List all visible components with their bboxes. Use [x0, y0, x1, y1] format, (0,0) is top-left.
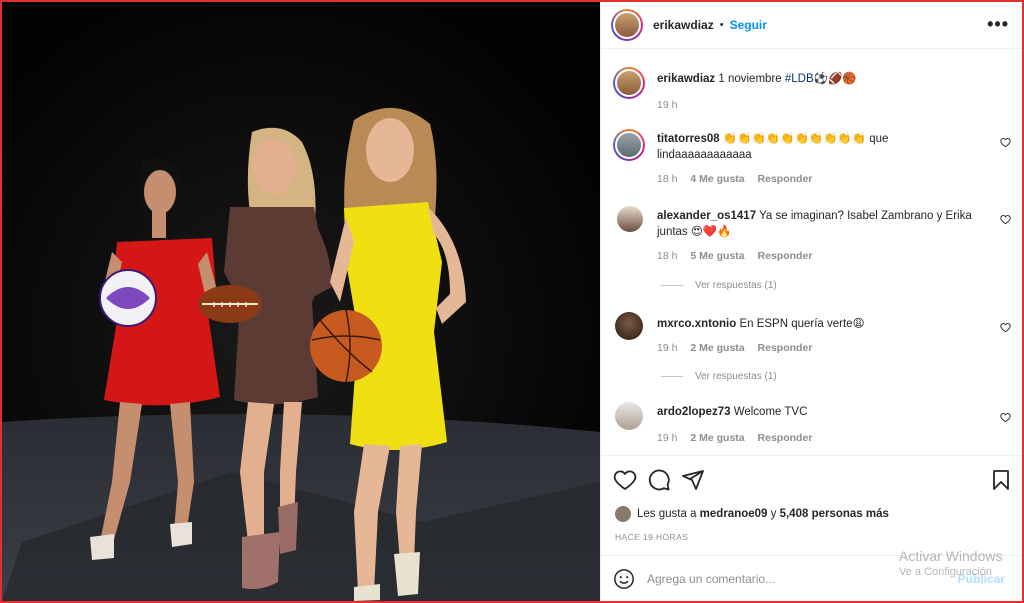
author-avatar[interactable] — [611, 9, 643, 41]
smiley-icon[interactable] — [613, 568, 635, 590]
comment-username[interactable]: titatorres08 — [657, 133, 720, 145]
post-header: erikawdiaz • Seguir ••• — [601, 2, 1023, 49]
comment-age: 19 h — [657, 342, 678, 354]
bookmark-icon[interactable] — [989, 468, 1013, 492]
comments-list[interactable]: erikawdiaz 1 noviembre #LDB⚽🏈🏀 19 h tita… — [601, 49, 1023, 454]
post-actions: Les gusta a medranoe09 y 5,408 personas … — [601, 455, 1023, 556]
comment-item: mxrco.xntonio En ESPN quería verte😩 19 h… — [613, 312, 1011, 382]
comment-username[interactable]: ardo2lopez73 — [657, 406, 731, 418]
reply-button[interactable]: Responder — [758, 342, 813, 354]
comment-like-icon[interactable] — [1000, 322, 1011, 333]
author-username[interactable]: erikawdiaz — [653, 18, 714, 32]
caption-username[interactable]: erikawdiaz — [657, 73, 715, 85]
caption-age: 19 h — [657, 99, 678, 111]
comment-avatar[interactable] — [613, 129, 645, 161]
caption-emojis: ⚽🏈🏀 — [813, 73, 857, 85]
comment-like-icon[interactable] — [1000, 412, 1011, 423]
comment-likes[interactable]: 5 Me gusta — [690, 250, 744, 262]
comment-icon[interactable] — [647, 468, 671, 492]
comment-likes[interactable]: 2 Me gusta — [690, 342, 744, 354]
comment-text: Welcome TVC — [733, 406, 808, 418]
comment-item: titatorres08 👏👏👏👏👏👏👏👏👏👏 que lindaaaaaaaa… — [613, 127, 1011, 187]
comment-text: En ESPN quería verte😩 — [739, 318, 865, 330]
comment-avatar[interactable] — [615, 402, 643, 430]
post-timestamp[interactable]: HACE 19 HORAS — [615, 532, 688, 542]
share-icon[interactable] — [681, 468, 705, 492]
windows-activation-watermark: Activar Windows Ve a Configuración — [899, 548, 1002, 578]
heart-icon[interactable] — [613, 468, 637, 492]
comment-username[interactable]: mxrco.xntonio — [657, 318, 736, 330]
comment-item: alexander_os1417 Ya se imaginan? Isabel … — [613, 204, 1011, 294]
comment-age: 19 h — [657, 432, 678, 444]
comment-likes[interactable]: 2 Me gusta — [690, 432, 744, 444]
comment-age: 18 h — [657, 250, 678, 262]
likes-others[interactable]: 5,408 personas más — [780, 508, 889, 520]
comment-likes[interactable]: 4 Me gusta — [690, 173, 744, 185]
reply-button[interactable]: Responder — [758, 250, 813, 262]
more-options-icon[interactable]: ••• — [987, 14, 1009, 35]
caption: erikawdiaz 1 noviembre #LDB⚽🏈🏀 19 h — [613, 65, 1011, 115]
comment-avatar[interactable] — [617, 206, 643, 232]
reply-button[interactable]: Responder — [758, 173, 813, 185]
view-replies-button[interactable]: Ver respuestas (1) — [661, 371, 777, 382]
likes-connector: y — [770, 508, 777, 520]
likes-summary[interactable]: Les gusta a medranoe09 y 5,408 personas … — [615, 506, 889, 522]
comment-username[interactable]: alexander_os1417 — [657, 210, 756, 222]
comment-like-icon[interactable] — [1000, 214, 1011, 225]
watermark-line2: Ve a Configuración — [899, 566, 992, 578]
likes-prefix: Les gusta a — [637, 508, 697, 520]
separator-dot: • — [719, 19, 724, 31]
comment-like-icon[interactable] — [1000, 137, 1011, 148]
liker-avatar[interactable] — [615, 506, 631, 522]
comment-avatar[interactable] — [615, 312, 643, 340]
likes-user[interactable]: medranoe09 — [700, 508, 768, 520]
comment-age: 18 h — [657, 173, 678, 185]
caption-date: 1 noviembre — [718, 73, 782, 85]
post-image — [2, 2, 600, 601]
post-photo[interactable] — [2, 2, 600, 601]
follow-button[interactable]: Seguir — [730, 18, 767, 32]
caption-hashtag[interactable]: #LDB — [785, 73, 814, 85]
post-panel: erikawdiaz • Seguir ••• erikawdiaz 1 nov… — [600, 2, 1023, 601]
comment-item: ardo2lopez73 Welcome TVC 19 h 2 Me gusta… — [613, 402, 1011, 452]
view-replies-button[interactable]: Ver respuestas (1) — [661, 280, 777, 291]
reply-button[interactable]: Responder — [758, 432, 813, 444]
comment-input[interactable]: Agrega un comentario... — [647, 572, 775, 586]
watermark-line1: Activar Windows — [899, 548, 1003, 564]
caption-avatar[interactable] — [613, 67, 645, 99]
